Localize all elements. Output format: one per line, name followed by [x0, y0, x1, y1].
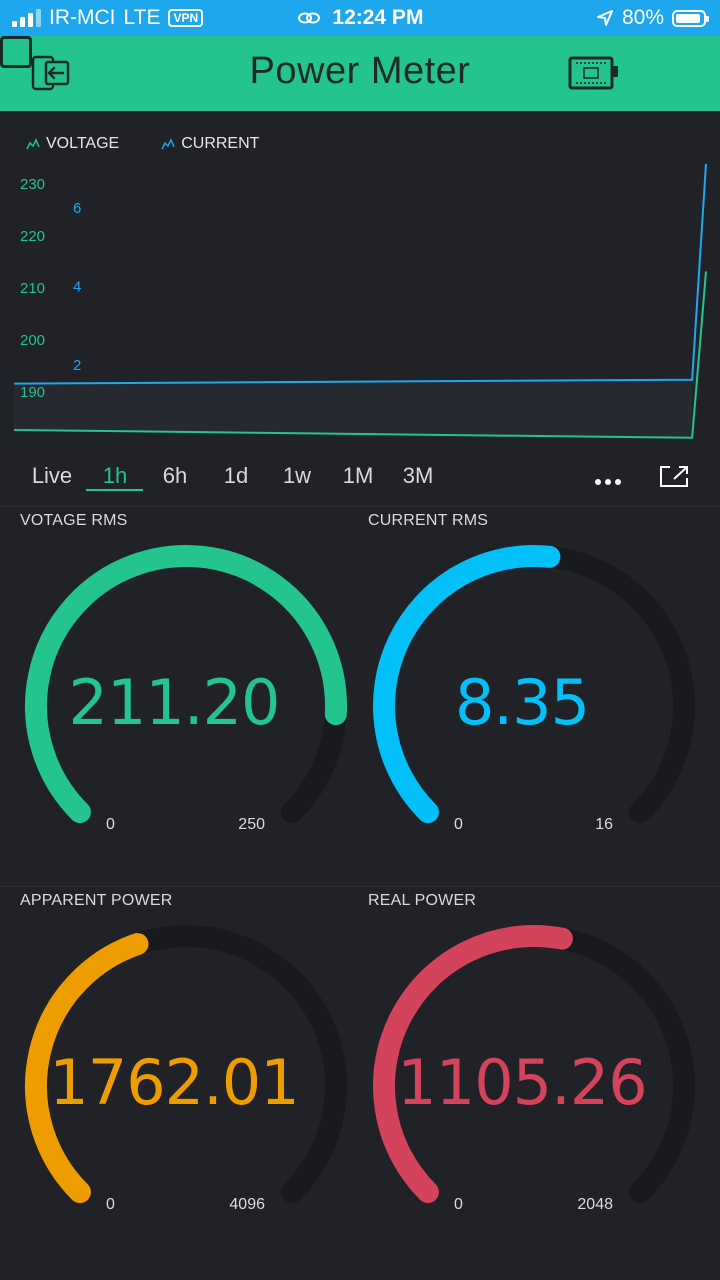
- signal-icon: [12, 9, 41, 27]
- y-axis-tick-right: 4: [73, 279, 81, 296]
- location-arrow-icon: [596, 10, 613, 26]
- y-axis-tick-right: 2: [73, 357, 81, 374]
- legend-item-voltage[interactable]: VOLTAGE: [26, 135, 119, 153]
- gauge-max: 250: [238, 816, 265, 833]
- gauge-value: 1105.26: [397, 1046, 647, 1119]
- fullscreen-button[interactable]: [658, 464, 690, 493]
- chart-legend: VOLTAGE CURRENT: [26, 135, 259, 153]
- status-time: 12:24 PM: [332, 6, 424, 29]
- legend-label: CURRENT: [181, 135, 260, 152]
- battery-percent: 80%: [621, 6, 664, 29]
- active-tab-indicator: [86, 489, 143, 491]
- line-series-icon: [161, 138, 175, 150]
- gauge-max: 16: [595, 816, 613, 833]
- superchart-widget: 190 200 210 220 230 2 4 6 VOLTAGE CURRENT Live …: [0, 111, 720, 506]
- open-external-icon: [660, 466, 688, 487]
- tab-1w[interactable]: 1w: [267, 463, 327, 489]
- gauge-voltage-rms[interactable]: VOTAGE RMS 211.20 0 250: [0, 506, 348, 876]
- gauge-max: 2048: [577, 1196, 613, 1213]
- gauge-value: 1762.01: [49, 1046, 299, 1119]
- chart-area-fill: [14, 379, 693, 438]
- link-icon: [297, 12, 320, 24]
- vpn-badge: VPN: [168, 9, 204, 27]
- gauge-current-rms[interactable]: CURRENT RMS 8.35 0 16: [348, 506, 696, 876]
- tab-3m[interactable]: 3M: [388, 463, 448, 489]
- more-dots-icon: [595, 479, 621, 485]
- line-series-icon: [26, 138, 40, 150]
- y-axis-tick-left: 220: [20, 228, 45, 245]
- network-type: LTE: [123, 6, 161, 29]
- y-axis-tick-left: 200: [20, 332, 45, 349]
- more-options-button[interactable]: [594, 472, 622, 486]
- carrier-name: IR-MCI: [49, 6, 116, 29]
- gauge-min: 0: [106, 1196, 115, 1213]
- gauge-real-power[interactable]: REAL POWER 1105.26 0 2048: [348, 886, 696, 1256]
- y-axis-tick-right: 6: [73, 200, 81, 217]
- tab-live[interactable]: Live: [22, 463, 82, 489]
- gauge-value: 211.20: [68, 666, 281, 739]
- status-right: 80%: [596, 6, 709, 30]
- gauge-min: 0: [106, 816, 115, 833]
- tab-6h[interactable]: 6h: [145, 463, 205, 489]
- y-axis-tick-left: 210: [20, 280, 45, 297]
- y-axis-tick-left: 230: [20, 176, 45, 193]
- gauge-apparent-power[interactable]: APPARENT POWER 1762.01 0 4096: [0, 886, 348, 1256]
- gauge-value: 8.35: [454, 666, 590, 739]
- y-axis-tick-left: 190: [20, 384, 45, 401]
- legend-label: VOLTAGE: [46, 135, 120, 152]
- status-left: IR-MCI LTE VPN: [12, 6, 204, 30]
- tab-1h[interactable]: 1h: [85, 463, 145, 489]
- line-chart[interactable]: 190 200 210 220 230 2 4 6: [0, 111, 720, 451]
- status-bar: IR-MCI LTE VPN 12:24 PM 80%: [0, 0, 720, 36]
- device-status-button[interactable]: [568, 54, 620, 92]
- legend-item-current[interactable]: CURRENT: [161, 135, 259, 153]
- battery-icon: [672, 9, 709, 27]
- tab-1d[interactable]: 1d: [206, 463, 266, 489]
- gauge-min: 0: [454, 816, 463, 833]
- gauge-max: 4096: [229, 1196, 265, 1213]
- gauge-min: 0: [454, 1196, 463, 1213]
- device-icon: [568, 56, 618, 90]
- app-header: Power Meter: [0, 36, 720, 111]
- series-line-current: [13, 163, 707, 385]
- tab-1m[interactable]: 1M: [328, 463, 388, 489]
